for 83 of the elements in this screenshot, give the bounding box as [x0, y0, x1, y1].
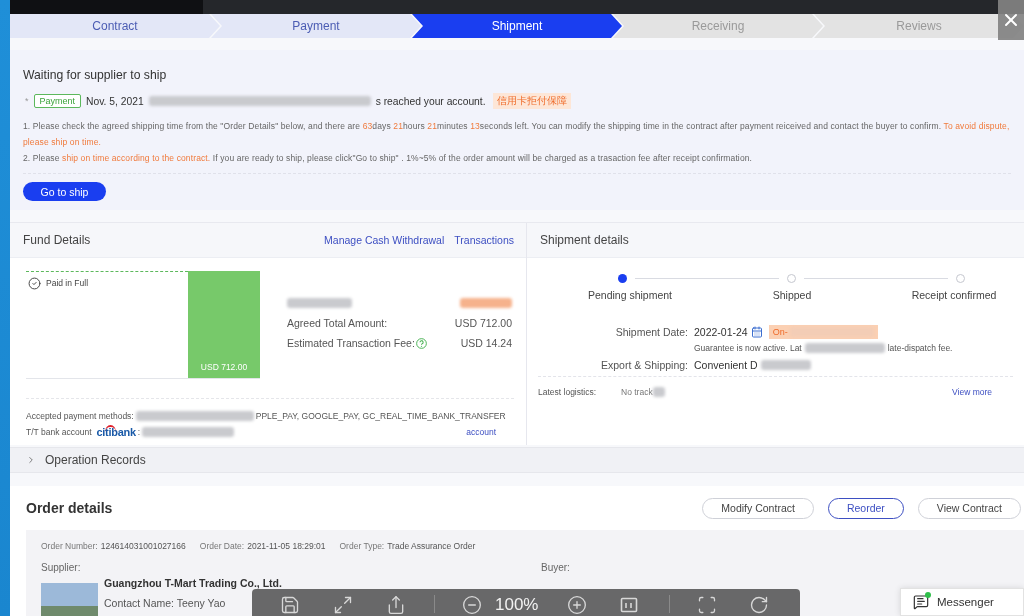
panel-title: Fund Details — [23, 233, 91, 247]
blurred-text — [460, 298, 512, 308]
instruction-text: 2. Please ship on time according to the contract. If you are ready to ship, please click"Go to ship" . 1%~5% of the order amount will be charged as a trasaction fee after receipt confirmation. — [23, 152, 754, 165]
action-button[interactable]: Modify Contract — [702, 497, 814, 519]
close-button[interactable] — [998, 0, 1024, 40]
help-icon[interactable] — [415, 337, 427, 349]
account-link[interactable]: account — [466, 427, 496, 437]
party-label: Buyer: — [541, 561, 571, 575]
payment-methods-text: PPLE_PAY, GOOGLE_PAY, GC_REAL_TIME_BANK_TRANSFER — [255, 411, 506, 421]
frame-icon — [619, 595, 640, 615]
panel-title: Shipment details — [540, 233, 629, 247]
action-button[interactable]: Reorder — [827, 497, 904, 519]
calendar-icon[interactable] — [750, 326, 763, 338]
payment-date: Nov. 5, 2021 — [86, 95, 144, 107]
operation-records-toggle[interactable]: Operation Records — [10, 447, 1024, 473]
save-button[interactable] — [280, 595, 300, 615]
view-more-link[interactable]: View more — [952, 387, 992, 397]
paid-status: Paid in Full — [46, 277, 89, 290]
blurred-text — [760, 359, 811, 370]
share-icon — [386, 595, 406, 615]
zoom-out-icon — [462, 595, 482, 615]
progress-step: Receiving — [613, 14, 823, 38]
meta-value: 2021-11-05 18:29:01 — [247, 540, 326, 552]
payment-methods-label: Accepted payment methods: — [26, 411, 134, 421]
progress-step: Payment — [211, 14, 421, 38]
share-button[interactable] — [386, 595, 406, 615]
action-button[interactable]: View Contract — [917, 497, 1021, 519]
step-label: Receipt confirmed — [911, 289, 997, 302]
field-label: Shipment Date: — [615, 326, 688, 338]
resize-button[interactable] — [333, 595, 353, 615]
actual-size-button[interactable] — [619, 595, 640, 615]
shipping-value: Convenient D — [694, 358, 758, 371]
party-label: Supplier: — [41, 561, 82, 575]
progress-step: Contract — [10, 14, 220, 38]
zoom-out-button[interactable] — [462, 595, 482, 615]
go-to-ship-button[interactable]: Go to ship — [23, 182, 106, 201]
meta-value: 124614031001027166 — [100, 540, 186, 552]
step-label: Shipped — [772, 289, 812, 302]
shipment-date: 2022-01-24 — [694, 326, 748, 338]
note-text: Guarantee is now active. Lat — [694, 343, 802, 353]
meta-value: Trade Assurance Order — [387, 540, 476, 552]
instruction-text: 1. Please check the agreed shipping time from the "Order Details" below, and there are 63days 21hours 21minutes 13seconds left. You can modify the shipping time in the contract after payment reiceived and contact the buyer to confirm. To avoid dispute, please ship on time. — [23, 120, 1011, 149]
contact-name: Contact Name: Teeny Yao — [104, 596, 227, 611]
rotate-button[interactable] — [749, 595, 770, 615]
step-label: Pending shipment — [587, 289, 673, 302]
scan-corners-icon — [697, 595, 718, 615]
meta-label: Order Type: — [339, 540, 385, 552]
blurred-text — [652, 387, 665, 397]
amount-value: USD 14.24 — [460, 337, 512, 349]
separator-text: : — [137, 427, 141, 437]
fit-screen-button[interactable] — [697, 595, 718, 615]
zoom-level: 100% — [495, 595, 539, 615]
notice-title: Waiting for supplier to ship — [23, 67, 168, 84]
required-mark: * — [25, 96, 29, 106]
logistics-value: No track — [621, 387, 653, 397]
field-label: Export & Shipping: — [601, 358, 688, 371]
tag-text: On- — [772, 327, 788, 337]
blurred-text — [287, 298, 352, 308]
meta-label: Order Date: — [199, 540, 245, 552]
header-link[interactable]: Manage Cash Withdrawal — [324, 234, 445, 246]
amount-label: Estimated Transaction Fee: — [287, 337, 415, 349]
header-link[interactable]: Transactions — [454, 234, 514, 246]
diagonal-arrows-icon — [333, 595, 353, 615]
zoom-in-button[interactable] — [567, 595, 588, 615]
bank-logo: citibank — [96, 426, 136, 438]
payment-status-text: s reached your account. — [375, 95, 486, 107]
amount-label: Agreed Total Amount: — [287, 317, 388, 329]
chat-icon — [913, 594, 929, 610]
company-name: Guangzhou T-Mart Trading Co., Ltd. — [104, 577, 282, 589]
meta-label: Order Number: — [41, 540, 98, 552]
zoom-in-icon — [567, 595, 588, 615]
guarantee-tag: 信用卡拒付保障 — [492, 93, 571, 109]
progress-step: Shipment — [412, 14, 622, 38]
rotate-icon — [749, 595, 770, 615]
messenger-button[interactable]: Messenger — [900, 588, 1024, 616]
bar-amount: USD 712.00 — [200, 362, 248, 372]
section-title: Order details — [26, 500, 113, 516]
payment-tag: Payment — [33, 94, 82, 108]
note-text: late-dispatch fee. — [887, 343, 953, 353]
bank-account-label: T/T bank account — [26, 427, 92, 437]
check-circle-icon — [28, 277, 41, 290]
amount-value: USD 712.00 — [454, 317, 512, 329]
logistics-label: Latest logistics: — [538, 387, 598, 397]
